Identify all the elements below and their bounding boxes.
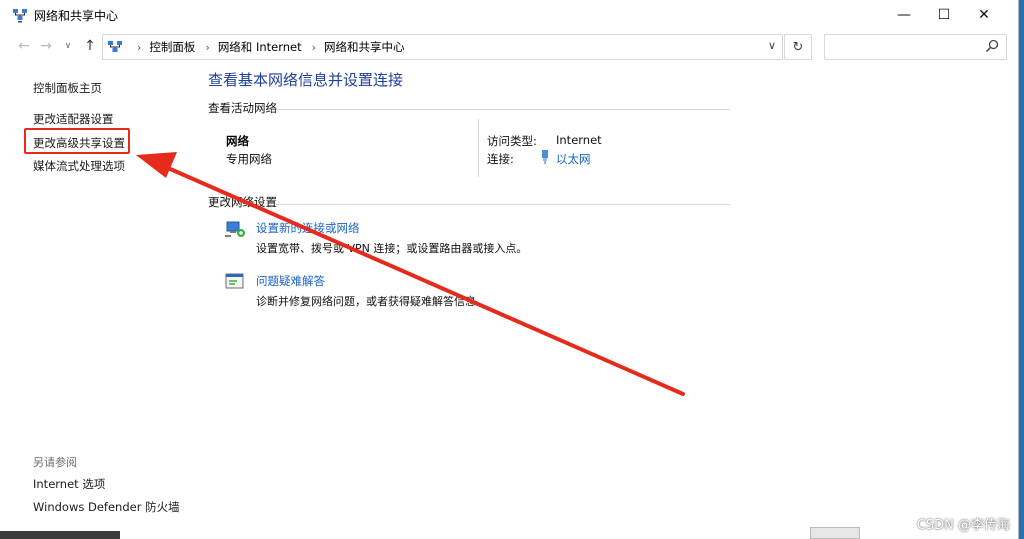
breadcrumb-network-sharing-center[interactable]: 网络和共享中心 — [324, 39, 405, 55]
active-networks-heading: 查看活动网络 — [208, 101, 277, 115]
taskbar-strip — [0, 531, 120, 539]
vertical-divider — [478, 119, 479, 177]
taskbar-button[interactable] — [810, 527, 860, 539]
forward-button[interactable]: → — [36, 36, 56, 56]
access-type-value: Internet — [556, 133, 602, 147]
change-settings-heading: 更改网络设置 — [208, 195, 277, 209]
control-panel-icon — [108, 41, 122, 52]
see-also-heading: 另请参阅 — [33, 456, 77, 469]
watermark: CSDN @李传海 — [916, 518, 1010, 533]
network-setup-icon — [225, 221, 245, 237]
search-input[interactable] — [829, 38, 983, 56]
page-title: 查看基本网络信息并设置连接 — [208, 71, 404, 89]
search-box[interactable] — [824, 34, 1007, 60]
breadcrumb-separator[interactable]: › — [137, 41, 141, 54]
troubleshoot-problems-description: 诊断并修复网络问题，或者获得疑难解答信息。 — [256, 295, 487, 308]
breadcrumb-separator[interactable]: › — [205, 41, 209, 54]
setup-new-connection-link[interactable]: 设置新的连接或网络 — [256, 220, 360, 236]
troubleshoot-icon — [225, 273, 244, 289]
sidebar-link-control-panel-home[interactable]: 控制面板主页 — [33, 80, 102, 96]
main-content: 查看基本网络信息并设置连接 查看活动网络 网络 专用网络 访问类型: Inter… — [208, 60, 1018, 539]
section-divider — [276, 204, 730, 205]
search-icon[interactable] — [984, 38, 1000, 54]
breadcrumb-control-panel[interactable]: 控制面板 — [149, 39, 195, 55]
close-button[interactable]: ✕ — [964, 0, 1004, 30]
breadcrumb: › 控制面板 › 网络和 Internet › 网络和共享中心 — [127, 35, 405, 59]
window-title: 网络和共享中心 — [34, 9, 119, 23]
setup-new-connection-description: 设置宽带、拨号或 VPN 连接；或设置路由器或接入点。 — [256, 242, 528, 255]
recent-locations-button[interactable]: ∨ — [58, 36, 78, 56]
network-name: 网络 — [226, 134, 249, 148]
ethernet-connection-link[interactable]: 以太网 — [556, 151, 591, 167]
address-row: ← → ∨ ↑ › 控制面板 › 网络和 Internet › 网络和共享中心 … — [0, 32, 1018, 60]
network-sharing-center-window: 网络和共享中心 — ☐ ✕ ← → ∨ ↑ › 控制面板 › 网络和 Inter… — [0, 0, 1019, 539]
access-type-label: 访问类型: — [487, 134, 537, 148]
maximize-button[interactable]: ☐ — [924, 0, 964, 30]
up-button[interactable]: ↑ — [80, 36, 100, 56]
ethernet-icon — [542, 150, 548, 164]
minimize-button[interactable]: — — [884, 0, 924, 30]
address-dropdown-button[interactable]: ∨ — [768, 39, 776, 52]
network-type: 专用网络 — [226, 152, 272, 166]
troubleshoot-problems-link[interactable]: 问题疑难解答 — [256, 273, 325, 289]
connections-label: 连接: — [487, 152, 514, 166]
sidebar-link-media-streaming-options[interactable]: 媒体流式处理选项 — [33, 158, 125, 174]
back-button[interactable]: ← — [14, 36, 34, 56]
sidebar-link-internet-options[interactable]: Internet 选项 — [33, 476, 105, 492]
annotation-highlight-box — [24, 128, 130, 154]
breadcrumb-network-internet[interactable]: 网络和 Internet — [218, 39, 302, 55]
network-center-icon — [13, 9, 27, 23]
refresh-button[interactable]: ↻ — [784, 34, 812, 60]
address-bar[interactable]: › 控制面板 › 网络和 Internet › 网络和共享中心 ∨ — [102, 34, 783, 60]
breadcrumb-separator[interactable]: › — [312, 41, 316, 54]
section-divider — [276, 109, 730, 110]
sidebar-link-change-adapter-settings[interactable]: 更改适配器设置 — [33, 111, 114, 127]
title-bar[interactable]: 网络和共享中心 — ☐ ✕ — [0, 0, 1018, 30]
sidebar-link-windows-defender-firewall[interactable]: Windows Defender 防火墙 — [33, 499, 180, 515]
